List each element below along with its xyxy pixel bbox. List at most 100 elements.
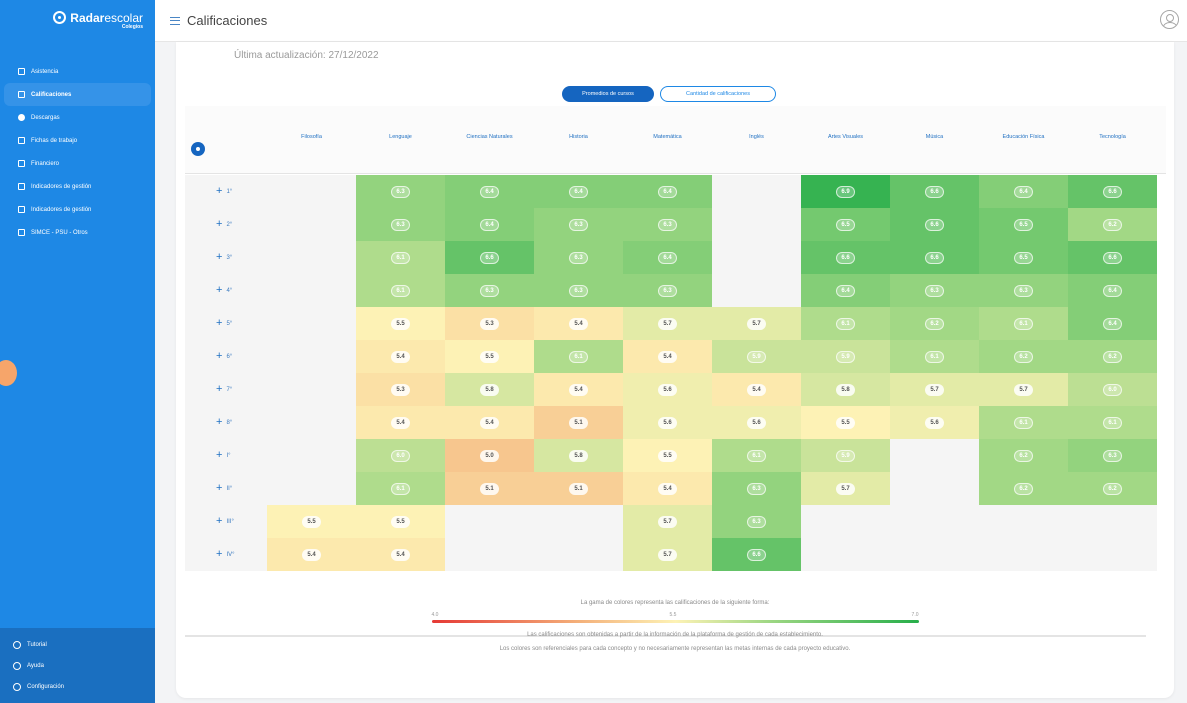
heatmap-cell: 5.7	[623, 505, 712, 538]
grade-value: 6.3	[569, 251, 588, 264]
sidebar-item-descargas[interactable]: Descargas	[4, 106, 151, 129]
expand-plus-icon[interactable]: +	[216, 483, 222, 494]
sidebar-item-financiero[interactable]: Financiero	[4, 152, 151, 175]
heatmap-cell: 5.7	[801, 472, 890, 505]
row-label[interactable]: +1°	[185, 175, 267, 208]
row-label[interactable]: +8°	[185, 406, 267, 439]
row-label[interactable]: +6°	[185, 340, 267, 373]
grade-value: 6.6	[836, 251, 855, 264]
row-label[interactable]: +2°	[185, 208, 267, 241]
heatmap-cell: 6.4	[445, 208, 534, 241]
row-label[interactable]: +3°	[185, 241, 267, 274]
heatmap-cell: 6.3	[712, 472, 801, 505]
row-label[interactable]: + III°	[185, 505, 267, 538]
grade-value: 5.6	[925, 416, 944, 429]
grade-value: 6.1	[1103, 416, 1122, 429]
heatmap-cell: 5.6	[623, 406, 712, 439]
heatmap-cell: 6.3	[534, 241, 623, 274]
expand-plus-icon[interactable]: +	[216, 252, 222, 263]
grade-value: 6.6	[747, 548, 766, 561]
sidebar-item-calificaciones[interactable]: Calificaciones	[4, 83, 151, 106]
heatmap-cell: 6.3	[979, 274, 1068, 307]
user-avatar-icon[interactable]	[1160, 10, 1179, 29]
grade-value: 6.3	[569, 218, 588, 231]
grade-value: 6.1	[391, 251, 410, 264]
table-row: +6° 5.4 5.5 6.1 5.4 5.9 5.9 6.1 6.2 6.2	[185, 340, 1157, 373]
row-label[interactable]: +4°	[185, 274, 267, 307]
grade-value: 6.3	[658, 284, 677, 297]
heatmap-cell: 6.1	[979, 307, 1068, 340]
heatmap-cell: 6.3	[356, 208, 445, 241]
heatmap-cell: 5.6	[890, 406, 979, 439]
row-label[interactable]: +7°	[185, 373, 267, 406]
sidebar-item-indicadores-de-gesti-n[interactable]: Indicadores de gestión	[4, 175, 151, 198]
expand-plus-icon[interactable]: +	[216, 318, 222, 329]
heatmap-cell: 5.3	[445, 307, 534, 340]
grade-value: 6.4	[658, 185, 677, 198]
expand-plus-icon[interactable]: +	[216, 450, 222, 461]
expand-plus-icon[interactable]: +	[216, 351, 222, 362]
legend-scale: 4.0 5.5 7.0	[431, 612, 919, 626]
row-label[interactable]: + IV°	[185, 538, 267, 571]
expand-plus-icon[interactable]: +	[216, 384, 222, 395]
column-header: Artes Visuales	[827, 134, 864, 140]
sidebar-item-label: Indicadores de gestión	[31, 206, 92, 213]
expand-plus-icon[interactable]: +	[216, 186, 222, 197]
heatmap-cell: 6.0	[356, 439, 445, 472]
heatmap-cell: 6.1	[712, 439, 801, 472]
sidebar-item-label: Configuración	[27, 683, 65, 690]
sidebar-item-label: Tutorial	[27, 641, 47, 648]
expand-plus-icon[interactable]: +	[216, 549, 222, 560]
sidebar-item-fichas-de-trabajo[interactable]: Fichas de trabajo	[4, 129, 151, 152]
grade-value: 5.4	[480, 416, 499, 429]
heatmap-cell: 6.1	[356, 274, 445, 307]
heatmap-cell	[979, 538, 1068, 571]
grade-value: 6.4	[836, 284, 855, 297]
grade-value: 6.4	[1014, 185, 1033, 198]
heatmap-cell: 6.2	[979, 439, 1068, 472]
expand-plus-icon[interactable]: +	[216, 417, 222, 428]
heatmap-cell: 6.5	[979, 241, 1068, 274]
row-label[interactable]: + I°	[185, 439, 267, 472]
count-toggle-button[interactable]: Cantidad de calificaciones	[660, 86, 776, 102]
brand-name-light: escolar	[104, 10, 143, 25]
sidebar-item-indicadores-de-gesti-n[interactable]: Indicadores de gestión	[4, 198, 151, 221]
heatmap-cell: 6.2	[1068, 472, 1157, 505]
grade-level-label: II°	[226, 485, 233, 492]
grade-value: 5.5	[302, 515, 321, 528]
heatmap-cell: 6.6	[1068, 175, 1157, 208]
radar-logo-icon	[53, 11, 67, 24]
heatmap-cell: 6.0	[1068, 373, 1157, 406]
grade-value: 6.1	[1014, 317, 1033, 330]
column-header: Filosofía	[301, 134, 322, 140]
expand-plus-icon[interactable]: +	[216, 219, 222, 230]
sidebar-item-ayuda[interactable]: Ayuda	[0, 655, 155, 676]
sidebar-item-configuraci-n[interactable]: Configuración	[0, 676, 155, 697]
menu-icon[interactable]	[170, 16, 180, 25]
grade-level-label: 2°	[226, 221, 233, 228]
heatmap-cell: 5.1	[534, 472, 623, 505]
sidebar-item-asistencia[interactable]: Asistencia	[4, 60, 151, 83]
table-row: +3° 6.1 6.6 6.3 6.4 6.6 6.6 6.5 6.6	[185, 241, 1157, 274]
sidebar-item-label: Descargas	[31, 114, 60, 121]
grade-value: 5.4	[569, 317, 588, 330]
averages-toggle-button[interactable]: Promedios de cursos	[562, 86, 654, 102]
heatmap-cell: 5.3	[356, 373, 445, 406]
brand-logo[interactable]: Radar escolar Colegios	[0, 0, 155, 40]
sidebar-item-tutorial[interactable]: Tutorial	[0, 634, 155, 655]
row-label[interactable]: +5°	[185, 307, 267, 340]
heatmap-cell: 5.5	[445, 340, 534, 373]
heatmap-cell	[445, 505, 534, 538]
sidebar-item-simce-psu-otros[interactable]: SIMCE - PSU - Otros	[4, 221, 151, 244]
row-label[interactable]: + II°	[185, 472, 267, 505]
table-row: + IV° 5.4 5.4 5.7 6.6	[185, 538, 1157, 571]
column-header: Historia	[569, 134, 588, 140]
grid-icon	[17, 91, 25, 99]
expand-plus-icon[interactable]: +	[216, 285, 222, 296]
eye-icon[interactable]	[191, 142, 205, 156]
grade-value: 5.4	[391, 548, 410, 561]
sidebar-item-label: Indicadores de gestión	[31, 183, 92, 190]
heatmap-cell	[267, 373, 356, 406]
table-row: + II° 6.1 5.1 5.1 5.4 6.3 5.7 6.2 6.2	[185, 472, 1157, 505]
expand-plus-icon[interactable]: +	[216, 516, 222, 527]
